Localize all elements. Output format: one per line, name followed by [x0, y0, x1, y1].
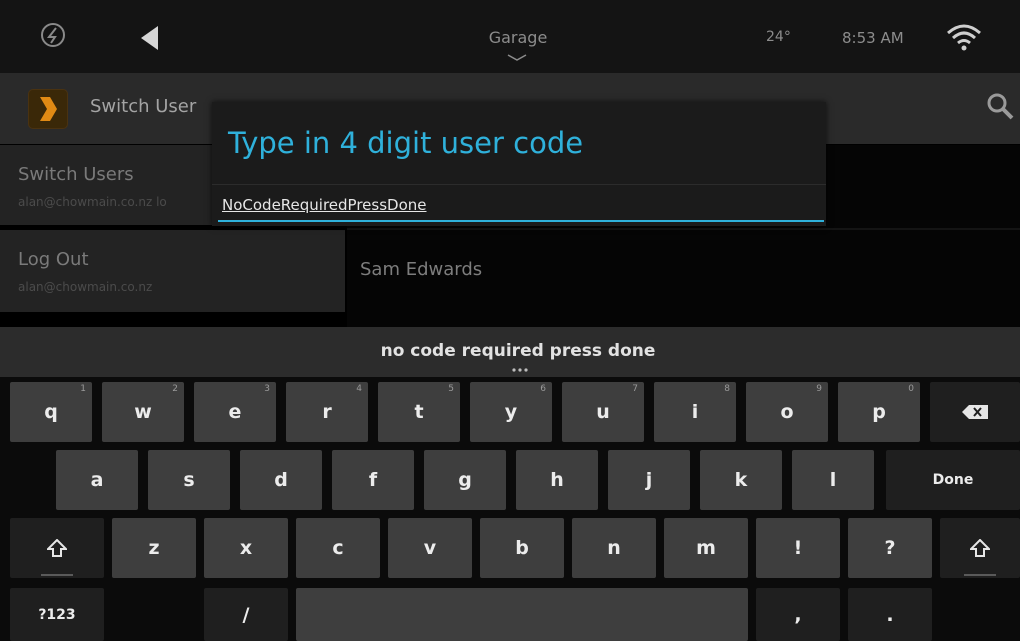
list-divider [347, 228, 1020, 230]
more-suggestions-icon[interactable] [511, 368, 529, 372]
backspace-key[interactable] [930, 382, 1020, 442]
key-n[interactable]: n [572, 518, 656, 578]
menu-item-subtitle: alan@chowmain.co.nz lo [18, 195, 167, 209]
key-hint: 2 [172, 384, 178, 394]
key-hint: 8 [724, 384, 730, 394]
key-hint: 5 [448, 384, 454, 394]
key-label: r [322, 401, 332, 423]
key-label: q [44, 401, 58, 423]
key-c[interactable]: c [296, 518, 380, 578]
key-k[interactable]: k [700, 450, 782, 510]
menu-item-log-out[interactable] [0, 230, 345, 312]
key-g[interactable]: g [424, 450, 506, 510]
key-z[interactable]: z [112, 518, 196, 578]
key-label: e [228, 401, 242, 423]
key-e[interactable]: e3 [194, 382, 276, 442]
menu-item-title: Switch Users [18, 164, 134, 185]
key-hint: 9 [816, 384, 822, 394]
space-key[interactable] [296, 588, 748, 641]
suggestion-text[interactable]: no code required press done [0, 341, 1020, 361]
key-period[interactable]: . [848, 588, 932, 641]
key-hint: 1 [80, 384, 86, 394]
room-name[interactable]: Garage [470, 28, 566, 47]
shift-indicator [964, 574, 996, 576]
key-hint: 7 [632, 384, 638, 394]
shift-icon [47, 539, 67, 557]
key-v[interactable]: v [388, 518, 472, 578]
key-u[interactable]: u7 [562, 382, 644, 442]
key-label: u [596, 401, 610, 423]
key-hint: 6 [540, 384, 546, 394]
key-q[interactable]: q1 [10, 382, 92, 442]
key-d[interactable]: d [240, 450, 322, 510]
search-icon[interactable] [985, 91, 1015, 121]
user-code-input-value: NoCodeRequiredPressDone [222, 196, 427, 214]
key-y[interactable]: y6 [470, 382, 552, 442]
key-j[interactable]: j [608, 450, 690, 510]
key-o[interactable]: o9 [746, 382, 828, 442]
back-arrow-icon[interactable] [141, 26, 158, 50]
action-bar-title: Switch User [90, 96, 197, 117]
key-comma[interactable]: , [756, 588, 840, 641]
key-b[interactable]: b [480, 518, 564, 578]
key-label: o [780, 401, 794, 423]
key-label: i [691, 401, 699, 423]
key-exclamation[interactable]: ! [756, 518, 840, 578]
home-logo-icon[interactable] [40, 22, 66, 48]
key-w[interactable]: w2 [102, 382, 184, 442]
shift-key-right[interactable] [940, 518, 1020, 578]
key-r[interactable]: r4 [286, 382, 368, 442]
user-list-item[interactable]: Sam Edwards [360, 259, 482, 280]
key-hint: 3 [264, 384, 270, 394]
key-s[interactable]: s [148, 450, 230, 510]
key-label: w [134, 401, 152, 423]
key-h[interactable]: h [516, 450, 598, 510]
key-l[interactable]: l [792, 450, 874, 510]
key-label: p [872, 401, 886, 423]
app-chevron-icon [40, 97, 57, 121]
key-slash[interactable]: / [204, 588, 288, 641]
key-label: y [504, 401, 518, 423]
menu-item-title: Log Out [18, 249, 89, 270]
done-key[interactable]: Done [886, 450, 1020, 510]
shift-indicator [41, 574, 73, 576]
key-f[interactable]: f [332, 450, 414, 510]
shift-key-left[interactable] [10, 518, 104, 578]
chevron-down-icon[interactable] [506, 54, 528, 62]
backspace-icon [962, 405, 988, 419]
key-label: t [414, 401, 424, 423]
dialog-divider [212, 184, 826, 185]
key-m[interactable]: m [664, 518, 748, 578]
user-code-input[interactable]: NoCodeRequiredPressDone [218, 196, 824, 222]
dialog-title: Type in 4 digit user code [228, 126, 584, 160]
clock: 8:53 AM [842, 29, 904, 47]
key-t[interactable]: t5 [378, 382, 460, 442]
key-question[interactable]: ? [848, 518, 932, 578]
temperature-readout: 24° [766, 29, 791, 45]
shift-icon [970, 539, 990, 557]
key-i[interactable]: i8 [654, 382, 736, 442]
symbols-key[interactable]: ?123 [10, 588, 104, 641]
key-x[interactable]: x [204, 518, 288, 578]
key-a[interactable]: a [56, 450, 138, 510]
key-hint: 4 [356, 384, 362, 394]
key-hint: 0 [908, 384, 914, 394]
key-p[interactable]: p0 [838, 382, 920, 442]
menu-item-subtitle: alan@chowmain.co.nz [18, 280, 153, 294]
wifi-icon [947, 24, 981, 51]
